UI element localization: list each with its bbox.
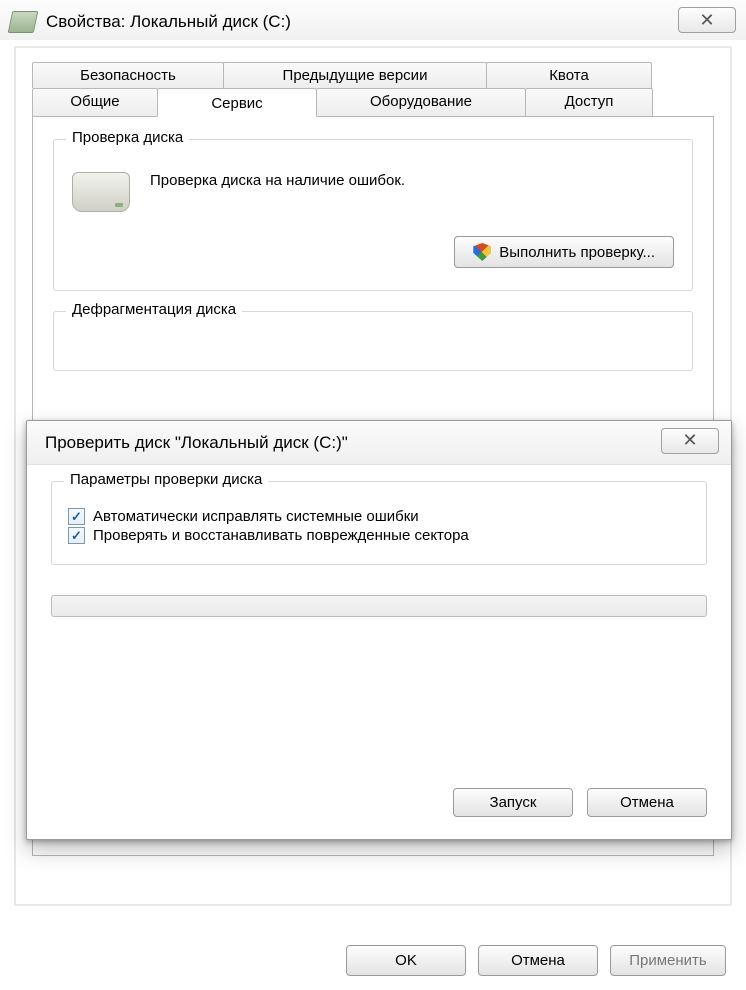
close-icon: ✕ <box>682 430 697 451</box>
properties-titlebar: Свойства: Локальный диск (C:) ✕ <box>0 0 746 40</box>
check-disk-button-row: Запуск Отмена <box>453 788 707 817</box>
check-disk-body: Параметры проверки диска ✓ Автоматически… <box>27 465 731 565</box>
tab-security[interactable]: Безопасность <box>32 62 224 88</box>
tab-row-1: Безопасность Предыдущие версии Квота <box>32 62 714 88</box>
group-check-disk-title: Проверка диска <box>66 129 189 146</box>
group-check-disk: Проверка диска Проверка диска на наличие… <box>53 139 693 291</box>
hdd-icon <box>72 172 130 212</box>
check-disk-titlebar: Проверить диск "Локальный диск (C:)" ✕ <box>27 421 731 465</box>
window-close-button[interactable]: ✕ <box>678 7 736 33</box>
group-defrag: Дефрагментация диска <box>53 311 693 371</box>
tab-tools[interactable]: Сервис <box>157 88 317 117</box>
group-check-disk-desc: Проверка диска на наличие ошибок. <box>150 168 405 189</box>
properties-window: Свойства: Локальный диск (C:) ✕ Безопасн… <box>0 0 746 990</box>
start-button[interactable]: Запуск <box>453 788 573 817</box>
shield-icon <box>473 243 491 261</box>
properties-body: Безопасность Предыдущие версии Квота Общ… <box>14 46 732 906</box>
checkbox-auto-fix[interactable]: ✓ <box>68 508 85 525</box>
group-defrag-title: Дефрагментация диска <box>66 301 242 318</box>
group-check-params-title: Параметры проверки диска <box>64 471 268 488</box>
progress-bar <box>51 595 707 617</box>
drive-icon <box>8 11 39 33</box>
window-title: Свойства: Локальный диск (C:) <box>46 12 291 32</box>
check-disk-dialog: Проверить диск "Локальный диск (C:)" ✕ П… <box>26 420 732 840</box>
tab-sharing[interactable]: Доступ <box>525 88 653 116</box>
run-check-button[interactable]: Выполнить проверку... <box>454 236 674 268</box>
cancel-button-main[interactable]: Отмена <box>478 945 598 976</box>
checkbox-auto-fix-label: Автоматически исправлять системные ошибк… <box>93 508 419 525</box>
group-check-params: Параметры проверки диска ✓ Автоматически… <box>51 481 707 565</box>
properties-button-row: OK Отмена Применить <box>346 945 726 976</box>
check-disk-title: Проверить диск "Локальный диск (C:)" <box>45 433 348 453</box>
close-icon: ✕ <box>699 10 714 31</box>
checkbox-scan-recover-label: Проверять и восстанавливать поврежденные… <box>93 527 469 544</box>
tab-quota[interactable]: Квота <box>486 62 652 88</box>
apply-button[interactable]: Применить <box>610 945 726 976</box>
check-disk-close-button[interactable]: ✕ <box>661 428 719 454</box>
run-check-button-label: Выполнить проверку... <box>499 244 655 261</box>
cancel-button[interactable]: Отмена <box>587 788 707 817</box>
tab-hardware[interactable]: Оборудование <box>316 88 526 116</box>
tab-previous-versions[interactable]: Предыдущие версии <box>223 62 487 88</box>
tab-row-2: Общие Сервис Оборудование Доступ <box>32 88 714 116</box>
tab-general[interactable]: Общие <box>32 88 158 116</box>
ok-button[interactable]: OK <box>346 945 466 976</box>
checkbox-scan-recover[interactable]: ✓ <box>68 527 85 544</box>
